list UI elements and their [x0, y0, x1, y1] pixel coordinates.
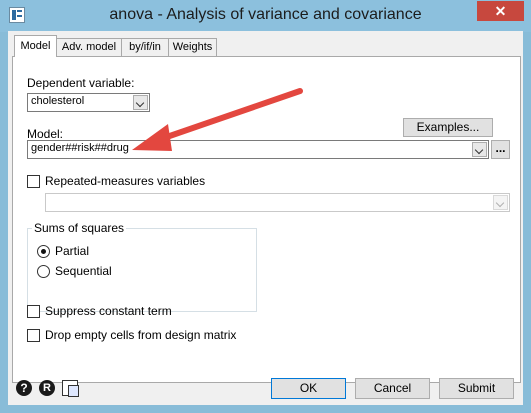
annotation-arrow — [132, 88, 303, 151]
annotation-arrow-head — [132, 124, 172, 151]
annotation-arrow-shaft — [155, 88, 303, 143]
tab-model[interactable]: Model — [14, 35, 57, 57]
